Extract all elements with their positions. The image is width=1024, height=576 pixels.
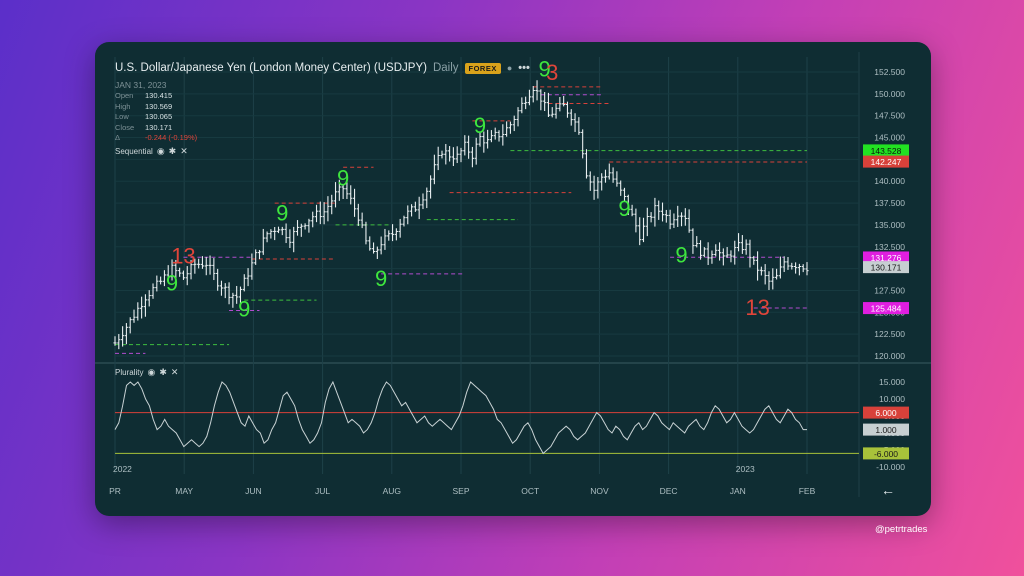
asset-class-badge: FOREX xyxy=(464,62,501,74)
x-tick-label: JUN xyxy=(245,486,262,496)
setup-marker: 9 xyxy=(337,166,349,191)
countdown-marker: 3 xyxy=(546,60,558,85)
back-arrow-icon[interactable]: ← xyxy=(880,482,896,498)
setup-marker: 9 xyxy=(238,297,250,322)
price-tick-label: 150.000 xyxy=(874,89,905,99)
ohlc-close: Close 130.171 xyxy=(115,122,173,132)
price-tick-label: 140.000 xyxy=(874,176,905,186)
ohlc-low: Low 130.065 xyxy=(115,112,173,121)
plurality-indicator-label: Plurality ◉ ✱ ✕ xyxy=(115,367,178,378)
osc-value-tag-label: 1.000 xyxy=(875,425,897,435)
gear-icon[interactable]: ✱ xyxy=(159,367,167,378)
x-tick-label: JAN xyxy=(730,486,746,496)
x-tick-label: PR xyxy=(109,486,121,496)
setup-marker: 9 xyxy=(618,196,630,221)
osc-tick-label: 15.000 xyxy=(879,377,905,387)
setup-marker: 9 xyxy=(375,266,387,291)
ohlc-change: Δ -0.244 (-0.19%) xyxy=(115,133,198,142)
osc-value-tag-label: 6.000 xyxy=(875,408,897,418)
setup-marker: 9 xyxy=(166,270,178,295)
x-tick-label: JUL xyxy=(315,486,330,496)
year-label: 2023 xyxy=(736,464,755,474)
sequential-name: Sequential xyxy=(115,147,153,156)
osc-value-tag-label: -6.000 xyxy=(874,449,898,459)
ohlc-high: High 130.569 xyxy=(115,101,173,111)
x-tick-label: DEC xyxy=(660,486,678,496)
price-tick-label: 122.500 xyxy=(874,329,905,339)
ohlc-open: Open 130.415 xyxy=(115,91,173,100)
eye-icon[interactable]: ◉ xyxy=(157,146,165,157)
interval-label[interactable]: Daily xyxy=(433,62,459,74)
close-icon[interactable]: ✕ xyxy=(171,367,179,378)
chart-canvas[interactable]: PR MAY JUN JUL AUG SEP OCT NOV DEC JAN FEB 2022 2023… xyxy=(95,42,931,516)
price-tick-label: 127.500 xyxy=(874,285,905,295)
setup-marker: 9 xyxy=(276,201,288,226)
setup-marker: 9 xyxy=(675,242,687,267)
x-tick-label: MAY xyxy=(175,486,193,496)
price-tick-label: 132.500 xyxy=(874,242,905,252)
osc-tick-label: 10.000 xyxy=(879,394,905,404)
countdown-marker: 13 xyxy=(171,243,195,268)
eye-icon[interactable]: ◉ xyxy=(147,367,155,378)
countdown-marker: 13 xyxy=(745,295,769,320)
osc-tick-label: -10.000 xyxy=(876,462,905,472)
x-tick-label: OCT xyxy=(521,486,539,496)
close-icon[interactable]: ✕ xyxy=(180,146,188,157)
price-tick-label: 135.000 xyxy=(874,220,905,230)
price-tick-label: 145.000 xyxy=(874,133,905,143)
chart-header: U.S. Dollar/Japanese Yen (London Money C… xyxy=(115,62,530,74)
price-tick-label: 152.500 xyxy=(874,67,905,77)
x-tick-label: AUG xyxy=(383,486,401,496)
price-tick-label: 137.500 xyxy=(874,198,905,208)
symbol-title: U.S. Dollar/Japanese Yen (London Money C… xyxy=(115,62,427,74)
price-tag-label: 142.247 xyxy=(871,157,902,167)
price-tick-label: 147.500 xyxy=(874,111,905,121)
price-tag-label: 143.528 xyxy=(871,146,902,156)
chart-panel: PR MAY JUN JUL AUG SEP OCT NOV DEC JAN FEB 2022 2023… xyxy=(95,42,931,516)
x-tick-label: NOV xyxy=(590,486,609,496)
sequential-indicator-label: Sequential ◉ ✱ ✕ xyxy=(115,146,188,157)
more-options-icon[interactable]: ••• xyxy=(518,62,530,74)
plurality-name: Plurality xyxy=(115,368,144,377)
price-tag-label: 125.484 xyxy=(871,304,902,314)
cursor-date: JAN 31, 2023 xyxy=(115,80,167,90)
price-tag-label: 130.171 xyxy=(871,263,902,273)
setup-marker: 9 xyxy=(474,113,486,138)
price-tick-label: 120.000 xyxy=(874,351,905,361)
author-watermark: @petrtrades xyxy=(875,524,928,535)
status-dot-icon: ● xyxy=(506,63,513,73)
gear-icon[interactable]: ✱ xyxy=(169,146,177,157)
year-label: 2022 xyxy=(113,464,132,474)
x-tick-label: SEP xyxy=(452,486,469,496)
ohlc-readout: Open 130.415 High 130.569 Low 130.065 Close… xyxy=(115,91,197,144)
x-tick-label: FEB xyxy=(799,486,816,496)
